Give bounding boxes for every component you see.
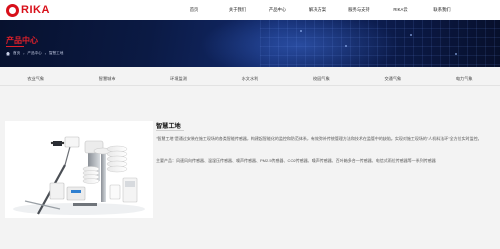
- product-main-products: 主要产品：风速风向传感器、温湿压传感器、噪声传感器、PM2.5传感器、CO2传感…: [156, 158, 436, 163]
- top-navigation-bar: RIKA 首页 关于我们 产品中心 解决方案 服务与支持 RIKA云 联系我们: [0, 0, 500, 20]
- banner-sparkle: [345, 45, 347, 47]
- product-title: 智慧工地: [156, 123, 181, 130]
- category-tab-power[interactable]: 电力气象: [429, 73, 500, 85]
- product-description: "智慧工地"是通过安装在施工现场的各类智能传感器，构建起智能化的监控和防范体系，…: [156, 136, 482, 141]
- category-tab-environment[interactable]: 环境监测: [143, 73, 214, 85]
- nav-item-products[interactable]: 产品中心: [259, 0, 296, 20]
- logo-mark-icon: [6, 3, 19, 17]
- breadcrumb-item-home[interactable]: 首页: [13, 51, 20, 56]
- category-tab-agriculture[interactable]: 农业气象: [0, 73, 71, 85]
- main-nav: 首页 关于我们 产品中心 解决方案 服务与支持 RIKA云 联系我们: [178, 0, 462, 20]
- breadcrumb-item-current: 智慧工地: [48, 51, 64, 55]
- category-subnav: 农业气象 智慧城市 环境监测 水文水利 校园气象 交通气象 电力气象: [0, 73, 500, 85]
- title-underline: [6, 46, 24, 47]
- hero-banner: 产品中心 首页 › 产品中心 › 智慧工地: [0, 20, 500, 67]
- nav-item-service[interactable]: 服务与支持: [339, 0, 379, 20]
- breadcrumb-separator: ›: [44, 51, 46, 56]
- page-title: 产品中心: [6, 36, 38, 45]
- nav-item-home[interactable]: 首页: [178, 0, 210, 20]
- nav-item-solutions[interactable]: 解决方案: [299, 0, 336, 20]
- product-image: [5, 121, 153, 218]
- subnav-divider: [0, 85, 500, 86]
- category-tab-hydrology[interactable]: 水文水利: [214, 73, 285, 85]
- nav-item-rika-cloud[interactable]: RIKA云: [382, 0, 419, 20]
- category-tab-traffic[interactable]: 交通气象: [357, 73, 428, 85]
- nav-item-contact[interactable]: 联系我们: [422, 0, 462, 20]
- category-tab-smart-city[interactable]: 智慧城市: [71, 73, 142, 85]
- category-tab-campus[interactable]: 校园气象: [286, 73, 357, 85]
- banner-sparkle: [455, 53, 457, 55]
- breadcrumb-item-products[interactable]: 产品中心: [27, 51, 41, 56]
- nav-item-about[interactable]: 关于我们: [219, 0, 256, 20]
- logo-text: RIKA: [21, 4, 50, 16]
- banner-sparkle: [410, 34, 412, 36]
- product-title-divider: [156, 130, 184, 131]
- home-icon[interactable]: [6, 51, 10, 56]
- breadcrumb-separator: ›: [23, 51, 25, 56]
- breadcrumb: 首页 › 产品中心 › 智慧工地: [6, 51, 63, 56]
- weather-station-illustration: [13, 136, 145, 215]
- banner-sparkle: [300, 30, 302, 32]
- brand-logo[interactable]: RIKA: [6, 3, 50, 17]
- banner-grid-pattern: [260, 20, 500, 67]
